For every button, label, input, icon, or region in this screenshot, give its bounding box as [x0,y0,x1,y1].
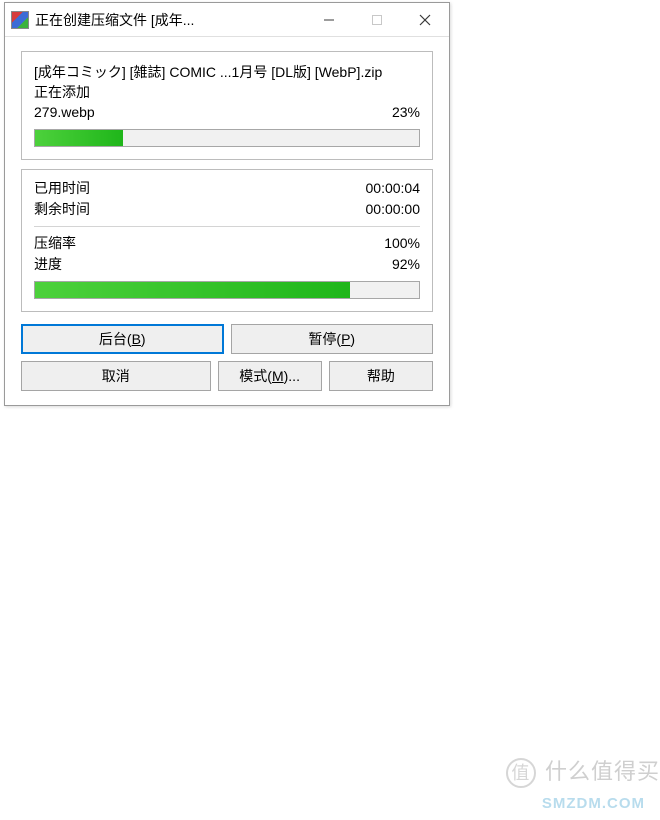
window-title: 正在创建压缩文件 [成年... [35,10,305,30]
stats-divider [34,226,420,227]
close-button[interactable] [401,3,449,36]
button-row-1: 后台(B) 暂停(P) [21,324,433,354]
mode-button[interactable]: 模式(M)... [218,361,322,391]
current-file-panel: [成年コミック] [雑誌] COMIC ...1月号 [DL版] [WebP].… [21,51,433,160]
stats-panel: 已用时间 00:00:04 剩余时间 00:00:00 压缩率 100% 进度 … [21,169,433,312]
button-row-2: 取消 模式(M)... 帮助 [21,361,433,391]
operation-status: 正在添加 [34,82,420,102]
watermark-badge-icon: 值 [506,758,536,788]
compression-ratio-label: 压缩率 [34,233,76,254]
remaining-time-label: 剩余时间 [34,199,90,220]
maximize-button [353,3,401,36]
elapsed-time-value: 00:00:04 [366,178,421,199]
compression-dialog: 正在创建压缩文件 [成年... [成年コミック] [雑誌] COMIC ...1… [4,2,450,406]
cancel-button[interactable]: 取消 [21,361,211,391]
overall-progress-value: 92% [392,254,420,275]
overall-progress-bar [34,281,420,299]
titlebar[interactable]: 正在创建压缩文件 [成年... [5,3,449,37]
pause-button[interactable]: 暂停(P) [231,324,434,354]
current-file-name: 279.webp [34,102,95,123]
minimize-button[interactable] [305,3,353,36]
overall-progress-fill [35,282,350,298]
archive-name: [成年コミック] [雑誌] COMIC ...1月号 [DL版] [WebP].… [34,62,420,82]
help-button[interactable]: 帮助 [329,361,433,391]
overall-progress-label: 进度 [34,254,62,275]
winrar-icon [11,11,29,29]
remaining-time-value: 00:00:00 [366,199,421,220]
elapsed-time-label: 已用时间 [34,178,90,199]
background-button[interactable]: 后台(B) [21,324,224,354]
file-progress-bar [34,129,420,147]
file-progress-fill [35,130,123,146]
compression-ratio-value: 100% [384,233,420,254]
dialog-content: [成年コミック] [雑誌] COMIC ...1月号 [DL版] [WebP].… [5,37,449,405]
current-file-percent: 23% [392,102,420,123]
watermark: 值 什么值得买 SMZDM.COM [506,754,660,814]
window-controls [305,3,449,36]
